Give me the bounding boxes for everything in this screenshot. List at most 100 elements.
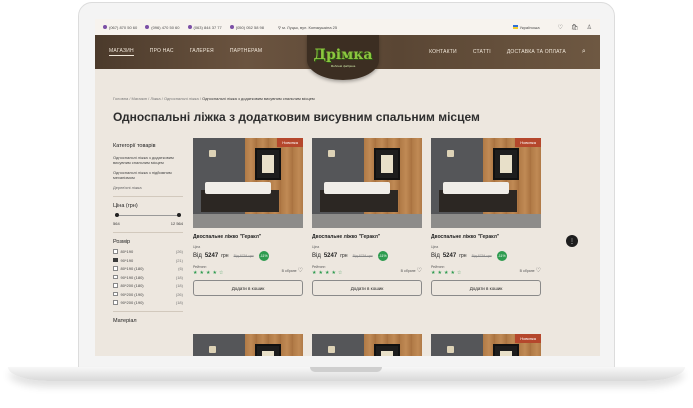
- laptop-notch: [310, 367, 382, 372]
- phone-4[interactable]: (050) 052 58 98: [229, 25, 264, 30]
- checkbox-checked[interactable]: [113, 257, 118, 263]
- price-max: 12 564: [170, 221, 183, 226]
- category-item[interactable]: Односпальні ліжка з додатковим висувним …: [113, 155, 183, 165]
- price: 5247: [442, 253, 457, 259]
- flag-ua-icon: [512, 25, 518, 29]
- size-option[interactable]: 90*190 (21): [113, 258, 183, 263]
- product-card[interactable]: [193, 334, 303, 356]
- add-to-favorites[interactable]: В обране ♡: [282, 265, 303, 276]
- page-title: Односпальні ліжка з додатковим висувним …: [113, 110, 480, 124]
- price-label: Ціна: [431, 245, 439, 249]
- discount-badge: -11%: [377, 251, 388, 261]
- search-icon[interactable]: ⌕: [582, 48, 586, 56]
- product-image[interactable]: Новинка: [431, 138, 541, 228]
- size-option[interactable]: 90*190 (180) (18): [113, 275, 183, 280]
- categories-title: Категорії товарів: [113, 143, 156, 149]
- viber-icon: [187, 25, 192, 29]
- price-slider[interactable]: [115, 213, 181, 219]
- size-option[interactable]: 90*200 (190) (26): [113, 292, 183, 297]
- language-switch[interactable]: Українська: [512, 25, 540, 30]
- heart-icon: ♡: [297, 268, 303, 274]
- checkbox[interactable]: [113, 266, 118, 271]
- logo[interactable]: Дрімка Меблеві фабрика: [307, 35, 379, 80]
- category-item[interactable]: Дерев'яні ліжка: [113, 185, 183, 190]
- breadcrumb-single-beds[interactable]: Односпальні ліжка: [164, 96, 199, 101]
- product-card[interactable]: Новинка Двоспальне ліжко "Геракл" Ціна В…: [431, 138, 541, 296]
- price-range: 564 12 564: [113, 221, 183, 226]
- product-image[interactable]: Новинка: [431, 334, 541, 356]
- checkbox[interactable]: [113, 274, 118, 280]
- laptop-mockup: (067) 870 50 60 (096) 470 50 60 (063) 84…: [0, 0, 693, 408]
- cart-icon[interactable]: 🛍: [571, 24, 579, 31]
- nav-item-delivery[interactable]: Доставка та оплата: [507, 49, 566, 55]
- add-to-favorites[interactable]: В обране ♡: [520, 265, 541, 276]
- nav-item-shop[interactable]: Магазин: [109, 48, 134, 56]
- nav-left: Магазин Про нас Галерея Партнерам: [109, 48, 262, 56]
- rating-row: Рейтинг: ★★★★☆ В обране ♡: [193, 265, 303, 276]
- breadcrumb-shop[interactable]: Магазин: [132, 96, 147, 101]
- breadcrumb-beds[interactable]: Ліжка: [150, 96, 160, 101]
- nav-item-gallery[interactable]: Галерея: [190, 48, 214, 56]
- product-image[interactable]: [312, 138, 422, 228]
- screen: (067) 870 50 60 (096) 470 50 60 (063) 84…: [95, 19, 600, 356]
- price-filter-title: Ціна (грн): [113, 203, 138, 209]
- size-option[interactable]: 90*200 (190) (18): [113, 300, 183, 305]
- filter-icon[interactable]: ⋮: [566, 235, 578, 247]
- add-to-favorites[interactable]: В обране ♡: [401, 265, 422, 276]
- nav-item-about[interactable]: Про нас: [150, 48, 174, 56]
- size-option[interactable]: 80*190 (180) (6): [113, 266, 183, 271]
- product-card[interactable]: [312, 334, 422, 356]
- price-label: Ціна: [312, 245, 320, 249]
- location-pin-icon: ⚲: [278, 24, 281, 30]
- new-badge: Новинка: [515, 138, 541, 147]
- product-name[interactable]: Двоспальне ліжко "Геракл": [312, 234, 422, 240]
- size-option[interactable]: 80*200 (180) (18): [113, 283, 183, 288]
- size-filter-title: Розмір: [113, 239, 131, 245]
- old-price: Від 6754 грн: [233, 254, 254, 258]
- checkbox[interactable]: [113, 300, 118, 305]
- discount-badge: -11%: [258, 251, 269, 261]
- product-card[interactable]: Двоспальне ліжко "Геракл" Ціна Від 5247 гр…: [312, 138, 422, 296]
- new-badge: Новинка: [515, 334, 541, 343]
- address: ⚲ м. Луцьк, вул. Конякушкіна 25: [278, 24, 338, 30]
- heart-icon[interactable]: ♡: [558, 24, 563, 31]
- phone-2[interactable]: (096) 470 50 60: [145, 25, 180, 30]
- size-option[interactable]: 80*190 (26): [113, 249, 183, 254]
- product-name[interactable]: Двоспальне ліжко "Геракл": [193, 234, 303, 240]
- price-slider-min-handle[interactable]: [115, 213, 119, 217]
- rating-stars: ★★★★☆: [312, 270, 345, 276]
- checkbox[interactable]: [113, 283, 118, 288]
- nav-right: Контакти Статті Доставка та оплата ⌕: [429, 48, 586, 56]
- viber-icon: [103, 25, 107, 29]
- top-bar: (067) 870 50 60 (096) 470 50 60 (063) 84…: [95, 19, 600, 35]
- price: 5247: [323, 253, 338, 259]
- product-image[interactable]: Новинка: [193, 138, 303, 228]
- logo-title: Дрімка: [313, 47, 373, 63]
- price-slider-max-handle[interactable]: [177, 213, 181, 217]
- category-item[interactable]: Односпальні ліжка з підйомним механізмом: [113, 170, 183, 180]
- product-card[interactable]: Новинка Двоспальне ліжко "Геракл" Ціна В…: [193, 138, 303, 296]
- checkbox[interactable]: [113, 291, 118, 297]
- phone-1[interactable]: (067) 870 50 60: [103, 25, 137, 30]
- user-icon[interactable]: ♙: [587, 24, 592, 31]
- viber-icon: [145, 25, 150, 29]
- product-name[interactable]: Двоспальне ліжко "Геракл": [431, 234, 541, 240]
- add-to-cart-button[interactable]: Додати в кошик: [431, 280, 541, 296]
- breadcrumb-home[interactable]: Головна: [113, 96, 128, 101]
- product-card[interactable]: Новинка: [431, 334, 541, 356]
- add-to-cart-button[interactable]: Додати в кошик: [193, 280, 303, 296]
- heart-icon: ♡: [416, 268, 422, 274]
- breadcrumb: Головна / Магазин / Ліжка / Односпальні …: [113, 96, 315, 101]
- heart-icon: ♡: [535, 268, 541, 274]
- nav-item-partners[interactable]: Партнерам: [230, 48, 262, 56]
- nav-item-contacts[interactable]: Контакти: [429, 49, 457, 55]
- phone-3[interactable]: (063) 844 37 77: [187, 25, 222, 30]
- viber-icon: [229, 25, 234, 29]
- add-to-cart-button[interactable]: Додати в кошик: [312, 280, 422, 296]
- discount-badge: -11%: [496, 251, 507, 261]
- rating-row: Рейтинг: ★★★★☆ В обране ♡: [431, 265, 541, 276]
- product-image[interactable]: [193, 334, 303, 356]
- nav-item-articles[interactable]: Статті: [473, 49, 491, 55]
- checkbox[interactable]: [113, 249, 118, 254]
- product-image[interactable]: [312, 334, 422, 356]
